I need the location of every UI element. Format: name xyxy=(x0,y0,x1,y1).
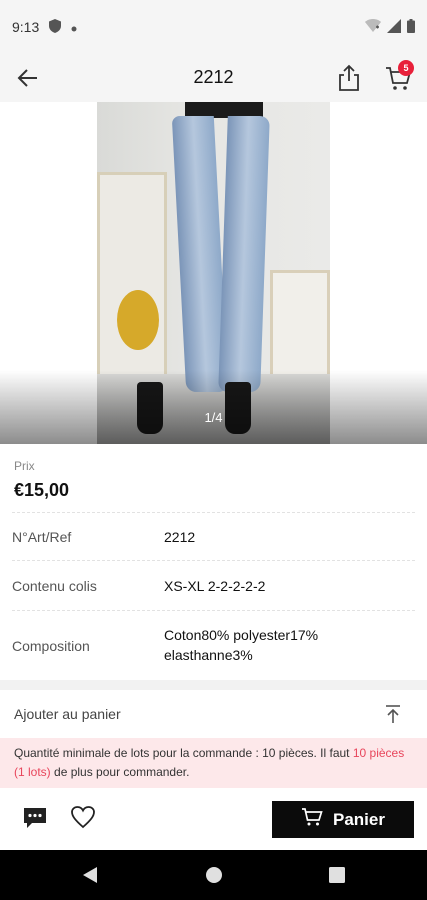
notice-text: Quantité minimale de lots pour la comman… xyxy=(14,746,353,760)
price-value: €15,00 xyxy=(14,480,70,500)
system-nav-bar xyxy=(0,850,427,900)
spec-value: 2212 xyxy=(164,529,196,545)
heart-icon[interactable] xyxy=(70,805,100,833)
wifi-icon xyxy=(365,18,381,36)
spec-label: Contenu colis xyxy=(12,578,97,594)
nav-recents-icon[interactable] xyxy=(327,865,347,885)
app-bar: 2212 xyxy=(0,54,427,102)
battery-icon xyxy=(407,18,415,36)
page-title: 2212 xyxy=(193,67,234,87)
cart-icon xyxy=(301,807,323,832)
scroll-top-icon[interactable] xyxy=(380,702,406,726)
spec-row-composition: Composition Coton80% polyester17% elasth… xyxy=(12,610,415,680)
signal-icon xyxy=(387,18,401,36)
minimum-order-notice: Quantité minimale de lots pour la comman… xyxy=(0,738,427,788)
panier-button[interactable]: Panier xyxy=(272,801,414,838)
status-time: 9:13 xyxy=(12,19,40,35)
panier-label: Panier xyxy=(333,809,385,829)
add-to-cart-row[interactable]: Ajouter au panier xyxy=(0,690,427,738)
chat-icon[interactable] xyxy=(22,806,52,832)
product-image-gallery[interactable]: 1/4 xyxy=(0,102,427,444)
cart-count-badge: 5 xyxy=(398,60,414,76)
share-icon[interactable] xyxy=(336,63,362,93)
bottom-action-bar: Panier xyxy=(0,788,427,850)
spec-row-contenu: Contenu colis XS-XL 2-2-2-2-2 xyxy=(12,560,415,610)
spec-label: N°Art/Ref xyxy=(12,529,72,545)
nav-back-icon[interactable] xyxy=(80,865,100,885)
section-divider xyxy=(0,680,427,690)
add-to-cart-label: Ajouter au panier xyxy=(14,706,121,722)
status-bar: 9:13 xyxy=(0,0,427,54)
gallery-counter: 1/4 xyxy=(204,410,223,425)
status-right xyxy=(365,18,415,36)
nav-home-icon[interactable] xyxy=(204,865,224,885)
spec-label: Composition xyxy=(12,638,90,654)
shield-icon xyxy=(49,18,62,36)
notification-dot-icon xyxy=(71,19,77,35)
notice-text-end: de plus pour commander. xyxy=(50,765,190,779)
spec-value: Coton80% polyester17% elasthanne3% xyxy=(164,627,319,663)
status-left: 9:13 xyxy=(12,18,77,36)
spec-value: XS-XL 2-2-2-2-2 xyxy=(164,578,266,594)
spec-row-ref: N°Art/Ref 2212 xyxy=(12,512,415,560)
price-label: Prix xyxy=(14,459,35,473)
